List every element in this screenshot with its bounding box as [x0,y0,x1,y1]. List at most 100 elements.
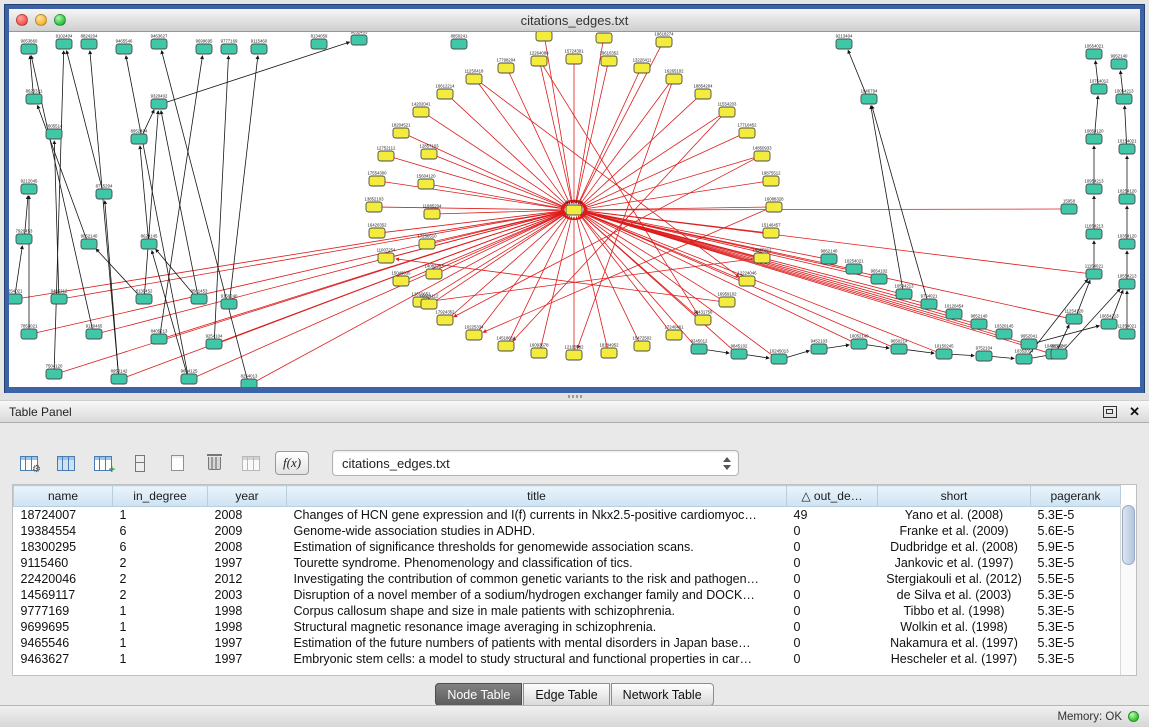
table-row[interactable]: 977716911998Corpus callosum shape and si… [14,603,1121,619]
network-canvas[interactable]: 1608832815146457199658121222404616959102… [9,32,1140,387]
table-scrollbar[interactable] [1120,504,1136,675]
table-row[interactable]: 1872400712008Changes of HCN gene express… [14,507,1121,524]
graph-node[interactable] [531,56,547,66]
graph-node[interactable] [754,151,770,161]
create-column-button[interactable]: + [88,449,118,477]
graph-node[interactable] [141,239,157,249]
graph-node[interactable] [96,189,112,199]
graph-node[interactable] [851,339,867,349]
graph-node[interactable] [719,297,735,307]
graph-node[interactable] [419,239,435,249]
tab-network-table[interactable]: Network Table [611,683,714,706]
graph-node[interactable] [426,269,442,279]
graph-node[interactable] [221,44,237,54]
graph-node[interactable] [695,315,711,325]
close-window-button[interactable] [16,14,28,26]
rows-button[interactable] [125,449,155,477]
graph-node[interactable] [1119,329,1135,339]
graph-node[interactable] [601,56,617,66]
graph-node[interactable] [151,334,167,344]
tab-edge-table[interactable]: Edge Table [523,683,609,706]
table-row[interactable]: 1938455462009Genome-wide association stu… [14,523,1121,539]
function-builder-button[interactable]: f(x) [275,451,309,475]
graph-node[interactable] [1119,279,1135,289]
graph-node[interactable] [891,344,907,354]
graph-node[interactable] [251,44,267,54]
table-row[interactable]: 911546021997Tourette syndrome. Phenomeno… [14,555,1121,571]
new-file-button[interactable] [162,449,192,477]
graph-node[interactable] [1119,194,1135,204]
graph-node[interactable] [418,179,434,189]
graph-node[interactable] [151,39,167,49]
graph-node[interactable] [16,234,32,244]
graph-node[interactable] [634,63,650,73]
tab-node-table[interactable]: Node Table [435,683,522,706]
column-header-name[interactable]: name [14,486,113,507]
graph-node[interactable] [181,374,197,384]
graph-node[interactable] [531,348,547,358]
delete-button[interactable] [199,449,229,477]
graph-node[interactable] [936,349,952,359]
graph-node[interactable] [754,253,770,263]
network-graph[interactable]: 1608832815146457199658121222404616959102… [9,32,1140,387]
graph-node[interactable] [1016,354,1032,364]
graph-node[interactable] [1051,349,1067,359]
minimize-window-button[interactable] [35,14,47,26]
graph-node[interactable] [1119,144,1135,154]
graph-node[interactable] [393,128,409,138]
graph-node[interactable] [131,134,147,144]
graph-node[interactable] [413,107,429,117]
table-mode-button[interactable]: ⚙ [14,449,44,477]
table-selector-combo[interactable]: citations_edges.txt [332,450,739,476]
import-table-button[interactable] [236,449,266,477]
graph-node[interactable] [1091,84,1107,94]
column-header-pagerank[interactable]: pagerank [1031,486,1121,507]
graph-node[interactable] [378,151,394,161]
column-header-year[interactable]: year [208,486,287,507]
table-row[interactable]: 2242004622012Investigating the contribut… [14,571,1121,587]
graph-node[interactable] [566,205,582,215]
graph-node[interactable] [666,74,682,84]
graph-node[interactable] [771,354,787,364]
graph-node[interactable] [378,253,394,263]
graph-node[interactable] [9,294,22,304]
graph-node[interactable] [601,348,617,358]
graph-node[interactable] [241,379,257,387]
graph-node[interactable] [56,39,72,49]
graph-node[interactable] [836,39,852,49]
graph-node[interactable] [921,299,937,309]
graph-node[interactable] [1116,94,1132,104]
graph-node[interactable] [1086,134,1102,144]
graph-node[interactable] [695,89,711,99]
graph-node[interactable] [634,341,650,351]
graph-node[interactable] [136,294,152,304]
graph-node[interactable] [221,299,237,309]
graph-node[interactable] [437,315,453,325]
graph-node[interactable] [896,289,912,299]
graph-node[interactable] [691,344,707,354]
graph-node[interactable] [763,176,779,186]
zoom-window-button[interactable] [54,14,66,26]
graph-node[interactable] [451,39,467,49]
graph-node[interactable] [1119,239,1135,249]
graph-node[interactable] [421,149,437,159]
graph-node[interactable] [566,54,582,64]
graph-node[interactable] [871,274,887,284]
graph-node[interactable] [369,176,385,186]
column-header-short[interactable]: short [878,486,1031,507]
graph-node[interactable] [191,294,207,304]
panel-divider[interactable] [0,393,1149,400]
graph-node[interactable] [996,329,1012,339]
graph-node[interactable] [196,44,212,54]
graph-node[interactable] [424,209,440,219]
graph-node[interactable] [21,329,37,339]
table-row[interactable]: 946554611997Estimation of the future num… [14,635,1121,651]
graph-node[interactable] [46,129,62,139]
graph-node[interactable] [466,74,482,84]
graph-node[interactable] [466,330,482,340]
graph-node[interactable] [536,32,552,41]
graph-node[interactable] [116,44,132,54]
graph-node[interactable] [1066,314,1082,324]
graph-node[interactable] [437,89,453,99]
graph-node[interactable] [46,369,62,379]
